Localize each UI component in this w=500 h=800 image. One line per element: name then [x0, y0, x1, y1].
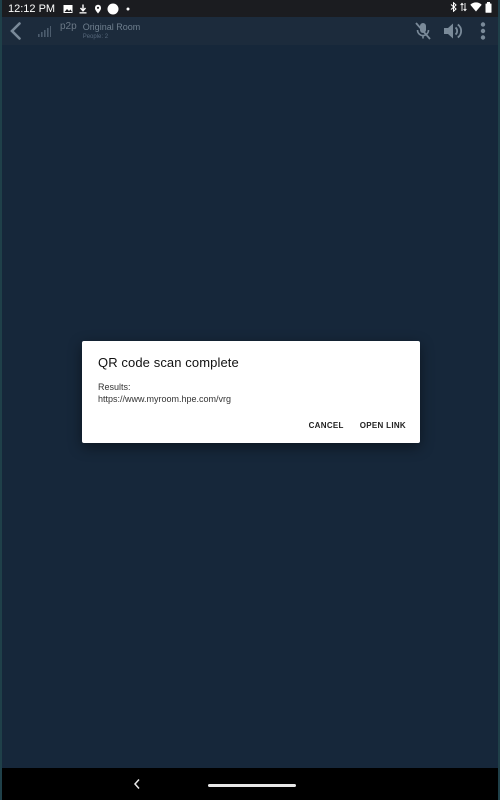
- volume-button[interactable]: [438, 17, 468, 45]
- home-pill[interactable]: [208, 784, 296, 787]
- signal-strength-icon: [34, 21, 54, 41]
- download-icon: [76, 2, 89, 15]
- mic-muted-icon: [415, 22, 431, 40]
- status-time: 12:12 PM: [8, 2, 56, 15]
- open-link-button[interactable]: OPEN LINK: [360, 421, 406, 430]
- wifi-icon: [470, 2, 482, 15]
- room-app-bar: p2p Original Room People: 2: [2, 17, 498, 45]
- mic-mute-button[interactable]: [408, 17, 438, 45]
- dot-icon: [121, 2, 134, 15]
- system-nav-bar: [2, 768, 498, 800]
- status-right-icons: [450, 1, 492, 16]
- room-title: Original Room: [82, 21, 141, 32]
- data-arrows-icon: [460, 2, 467, 15]
- more-options-button[interactable]: [468, 17, 498, 45]
- maps-icon: [91, 2, 104, 15]
- appbar-actions: [408, 17, 498, 45]
- bluetooth-icon: [450, 1, 457, 15]
- room-info: Original Room People: 2: [83, 22, 141, 41]
- qr-scan-dialog: QR code scan complete Results: https://w…: [82, 341, 420, 443]
- image-icon: [61, 2, 74, 15]
- dialog-title: QR code scan complete: [98, 355, 239, 370]
- nav-back-icon[interactable]: [130, 777, 144, 791]
- dialog-body: Results: https://www.myroom.hpe.com/vrg: [98, 381, 404, 405]
- status-bar: 12:12 PM: [2, 0, 498, 17]
- connection-mode: p2p: [60, 20, 77, 32]
- more-vert-icon: [480, 22, 486, 40]
- results-label: Results:: [98, 382, 131, 392]
- room-people-count: People: 2: [82, 33, 109, 40]
- back-button[interactable]: [2, 17, 30, 45]
- cancel-button[interactable]: CANCEL: [309, 421, 344, 430]
- results-url: https://www.myroom.hpe.com/vrg: [98, 394, 232, 404]
- volume-icon: [444, 23, 462, 39]
- app-screen: 12:12 PM p2p Original Room People: 2 QR …: [2, 0, 498, 800]
- chevron-left-icon: [10, 22, 21, 40]
- dialog-actions: CANCEL OPEN LINK: [309, 421, 406, 430]
- battery-icon: [485, 1, 492, 16]
- circle-icon: [106, 2, 119, 15]
